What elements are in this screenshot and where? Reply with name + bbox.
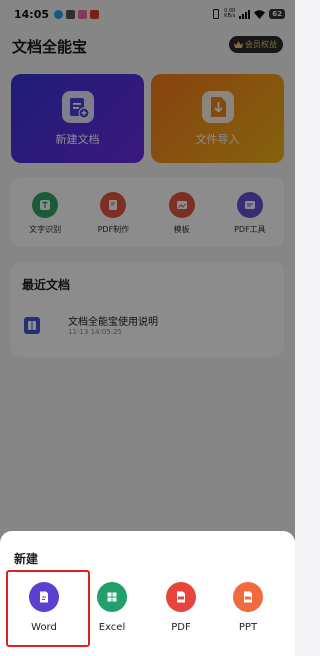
pdf-file-icon [166,582,196,612]
create-new-sheet: 新建 Word Excel PDF PPT [0,531,295,656]
create-options: Word Excel PDF PPT [0,581,295,651]
ppt-file-icon [233,582,263,612]
create-excel-button[interactable]: Excel [82,581,142,651]
create-word-button[interactable]: Word [14,581,74,651]
create-option-label: Word [31,622,57,633]
create-pdf-button[interactable]: PDF [151,581,211,651]
create-option-label: PPT [238,622,258,633]
excel-sheet-icon [97,582,127,612]
create-option-label: Excel [98,622,126,633]
sheet-title: 新建 [14,552,39,566]
create-ppt-button[interactable]: PPT [218,581,278,651]
create-option-label: PDF [171,622,191,633]
word-doc-icon [29,582,59,612]
app-screen: 14:05 0.00 KB/s 62 文档全能宝 会员权益 新建文档 文件导入 … [0,0,295,656]
